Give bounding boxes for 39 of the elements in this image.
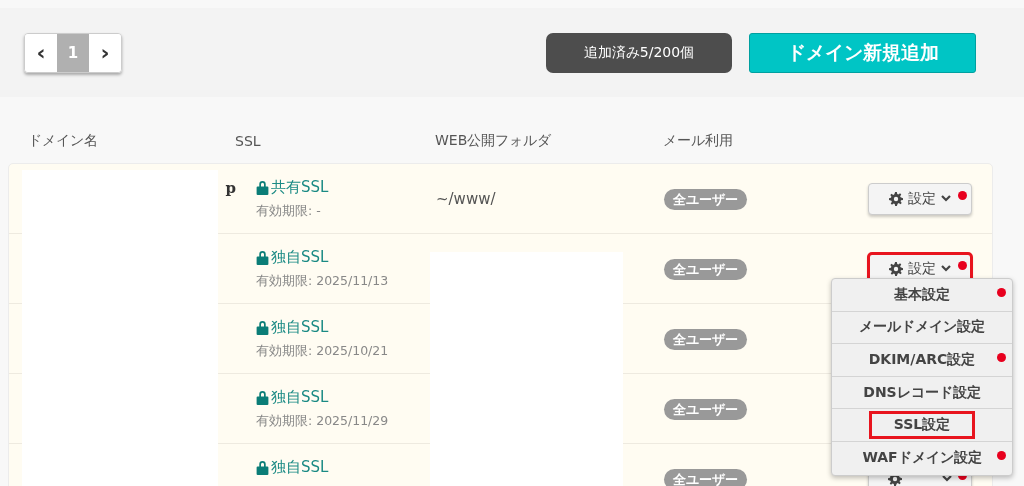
web-folder-path: ~/www/ (436, 190, 496, 208)
lock-icon (256, 320, 269, 335)
domain-name: p (225, 179, 236, 197)
menu-item[interactable]: 基本設定 (832, 279, 1012, 312)
expiry-date: 有効期限: 2025/11/13 (256, 273, 390, 290)
ssl-link[interactable]: 独自SSL (271, 318, 329, 337)
column-header: SSL (235, 133, 262, 149)
ssl-link[interactable]: 独自SSL (271, 248, 329, 267)
ssl-link[interactable]: 独自SSL (271, 458, 329, 477)
expiry-date: 有効期限: 2025/11/29 (256, 413, 390, 430)
chevron-down-icon (941, 265, 951, 272)
gear-icon (889, 261, 903, 276)
menu-item[interactable]: DKIM/ARC設定 (832, 344, 1012, 377)
lock-icon (256, 390, 269, 405)
ssl-link[interactable]: 独自SSL (271, 388, 329, 407)
next-page-button[interactable]: › (89, 33, 121, 72)
ssl-link[interactable]: 共有SSL (271, 178, 329, 197)
domain-count-badge: 追加済み5/200個 (546, 32, 732, 73)
lock-icon (256, 460, 269, 475)
mail-user-badge: 全ユーザー (664, 188, 747, 210)
column-header: WEB公開フォルダ (435, 132, 553, 150)
expiry-date: 有効期限: - (256, 203, 322, 220)
chevron-down-icon (942, 475, 952, 482)
mail-user-badge: 全ユーザー (664, 398, 747, 420)
column-header: ドメイン名 (27, 132, 99, 150)
settings-dropdown-button[interactable]: 設定 (868, 182, 972, 215)
lock-icon (256, 180, 269, 195)
gear-icon (889, 191, 903, 206)
menu-item[interactable]: DNSレコード設定 (832, 376, 1012, 410)
mail-user-badge: 全ユーザー (664, 258, 747, 280)
column-header: メール利用 (663, 132, 734, 150)
chevron-down-icon (941, 195, 951, 202)
menu-item[interactable]: WAFドメイン設定 (832, 441, 1012, 475)
menu-item[interactable]: メールドメイン設定 (832, 311, 1012, 345)
mail-user-badge: 全ユーザー (664, 468, 747, 486)
expiry-date: 有効期限: 2025/10/21 (256, 343, 390, 360)
lock-icon (256, 250, 269, 265)
mail-user-badge: 全ユーザー (664, 328, 747, 350)
previous-page-button[interactable]: ‹ (25, 33, 57, 72)
